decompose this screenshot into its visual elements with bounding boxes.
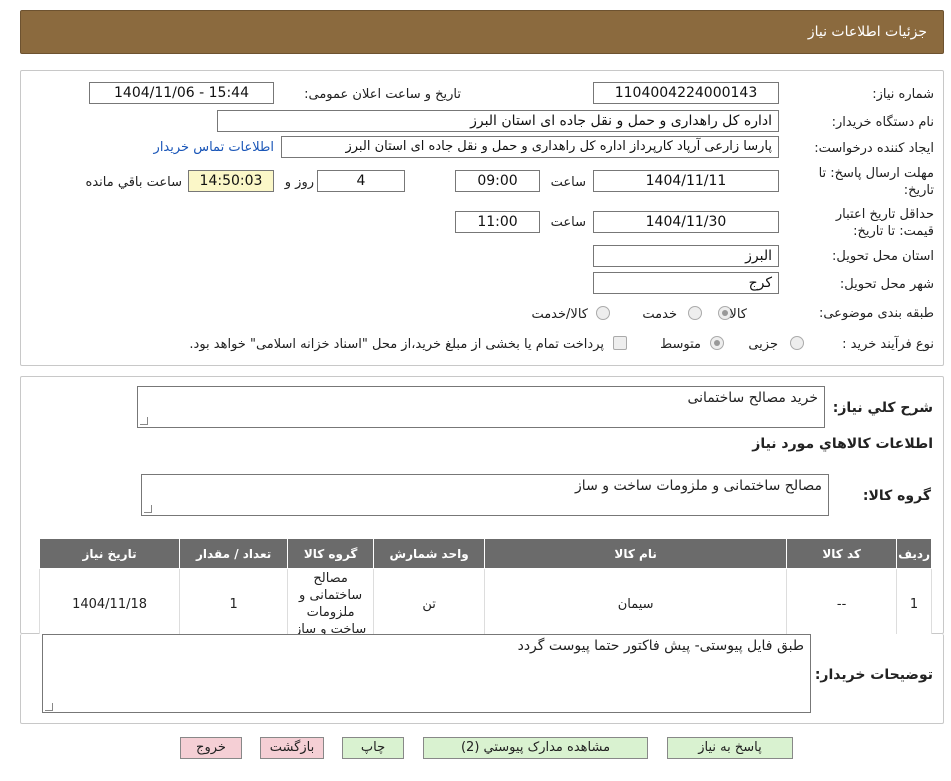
table-header-row: رديف کد کالا نام کالا واحد شمارش گروه کا… — [38, 538, 932, 569]
category-both-label: کالا/خدمت — [531, 307, 588, 322]
buyer-org-field: اداره کل راهداری و حمل و نقل جاده ای است… — [217, 110, 779, 132]
items-table: رديف کد کالا نام کالا واحد شمارش گروه کا… — [38, 538, 932, 640]
exit-button[interactable]: خروج — [180, 737, 242, 759]
group-label: گروه کالا: — [862, 488, 931, 504]
process-label: نوع فرآیند خرید : — [842, 337, 934, 352]
creator-field: پارسا زارعی آرپاد کارپرداز اداره کل راهد… — [281, 136, 779, 158]
buyer-contact-link[interactable]: اطلاعات تماس خریدار — [154, 140, 274, 155]
province-field: البرز — [593, 245, 779, 267]
col-header-row: رديف — [896, 538, 932, 569]
page-title: جزئیات اطلاعات نیاز — [807, 24, 927, 40]
cell-row-number: 1 — [896, 568, 932, 640]
deadline-time-field: 09:00 — [455, 170, 540, 192]
col-header-qty: تعداد / مقدار — [179, 538, 289, 569]
days-remaining-field: 4 — [317, 170, 405, 192]
process-partial-radio[interactable] — [790, 336, 804, 350]
notes-textarea[interactable]: طبق فایل پیوستی- پیش فاکتور حتما پیوست گ… — [42, 634, 811, 713]
validity-date-field: 1404/11/30 — [593, 211, 779, 233]
deadline-label: مهلت ارسال پاسخ: تا — [818, 166, 934, 181]
treasury-payment-checkbox[interactable] — [613, 336, 627, 350]
process-medium-label: متوسط — [660, 337, 701, 352]
cell-qty: 1 — [179, 568, 289, 640]
category-both-radio[interactable] — [596, 306, 610, 320]
deadline-date-field: 1404/11/11 — [593, 170, 779, 192]
validity-label: حداقل تاریخ اعتبار — [835, 207, 934, 222]
page-header: جزئیات اطلاعات نیاز — [20, 10, 944, 54]
days-label: روز و — [284, 175, 314, 190]
summary-text: خرید مصالح ساختمانی — [687, 390, 818, 406]
cell-code: -- — [786, 568, 898, 640]
remaining-label: ساعت باقي مانده — [85, 175, 182, 190]
need-number-label: شماره نیاز: — [872, 87, 934, 102]
cell-unit: تن — [373, 568, 486, 640]
table-row: 1 -- سیمان تن مصالح ساختمانی و ملزومات س… — [38, 568, 932, 640]
resize-handle-icon[interactable] — [140, 417, 148, 425]
col-header-name: نام کالا — [484, 538, 788, 569]
buyer-org-label: نام دستگاه خریدار: — [831, 115, 934, 130]
summary-label: شرح کلي نياز: — [832, 400, 933, 416]
announce-label: تاریخ و ساعت اعلان عمومی: — [304, 87, 461, 102]
reply-button[interactable]: پاسخ به نیاز — [667, 737, 793, 759]
remaining-time-field: 14:50:03 — [188, 170, 274, 192]
group-textarea[interactable]: مصالح ساختمانی و ملزومات ساخت و ساز — [141, 474, 829, 516]
creator-label: ایجاد کننده درخواست: — [814, 141, 934, 156]
resize-handle-icon[interactable] — [144, 505, 152, 513]
resize-handle-icon[interactable] — [45, 703, 53, 711]
notes-label: توضیحات خریدار: — [814, 667, 933, 683]
items-section-title: اطلاعات کالاهاي مورد نياز — [752, 436, 933, 452]
col-header-code: کد کالا — [786, 538, 898, 569]
category-goods-label: کالا — [729, 307, 747, 322]
notes-text: طبق فایل پیوستی- پیش فاکتور حتما پیوست گ… — [517, 638, 804, 654]
validity-label-2: قیمت: تا تاریخ: — [853, 224, 934, 239]
announce-field: 1404/11/06 - 15:44 — [89, 82, 274, 104]
attachments-button[interactable]: مشاهده مدارک پیوستي (2) — [423, 737, 648, 759]
validity-time-label: ساعت — [550, 215, 586, 230]
col-header-group: گروه کالا — [287, 538, 375, 569]
city-field: کرج — [593, 272, 779, 294]
category-service-radio[interactable] — [688, 306, 702, 320]
category-service-label: خدمت — [642, 307, 677, 322]
col-header-date: تاريخ نياز — [38, 538, 181, 569]
summary-textarea[interactable]: خرید مصالح ساختمانی — [137, 386, 825, 428]
cell-group: مصالح ساختمانی و ملزومات ساخت و ساز — [287, 568, 375, 640]
deadline-label-2: تاریخ: — [903, 183, 934, 198]
col-header-unit: واحد شمارش — [373, 538, 486, 569]
province-label: استان محل تحویل: — [832, 249, 934, 264]
category-label: طبقه بندی موضوعی: — [818, 306, 934, 321]
deadline-time-label: ساعت — [550, 175, 586, 190]
process-partial-label: جزیی — [748, 337, 778, 352]
back-button[interactable]: بازگشت — [260, 737, 324, 759]
payment-note: پرداخت تمام یا بخشی از مبلغ خرید،از محل … — [189, 337, 604, 352]
group-text: مصالح ساختمانی و ملزومات ساخت و ساز — [575, 478, 822, 494]
validity-time-field: 11:00 — [455, 211, 540, 233]
cell-name: سیمان — [484, 568, 788, 640]
print-button[interactable]: چاپ — [342, 737, 404, 759]
city-label: شهر محل تحویل: — [839, 277, 934, 292]
cell-date: 1404/11/18 — [38, 568, 181, 640]
need-number-field: 1104004224000143 — [593, 82, 779, 104]
process-medium-radio[interactable] — [710, 336, 724, 350]
